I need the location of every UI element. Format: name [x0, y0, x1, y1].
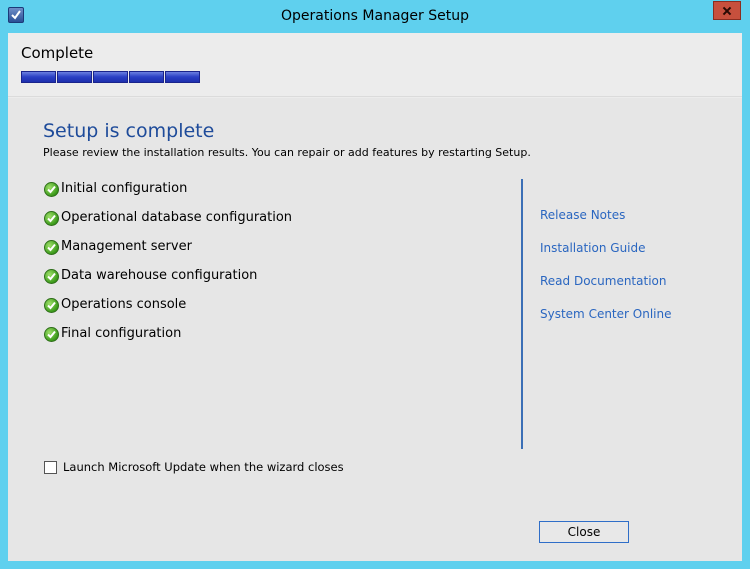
result-label: Data warehouse configuration	[61, 268, 258, 283]
close-icon[interactable]	[713, 1, 741, 20]
green-check-icon	[44, 327, 59, 342]
microsoft-update-checkbox[interactable]	[44, 460, 57, 474]
title-bar: Operations Manager Setup	[0, 0, 750, 33]
green-check-icon	[44, 269, 59, 284]
resource-links: Release Notes Installation Guide Read Do…	[540, 208, 671, 340]
release-notes-link[interactable]: Release Notes	[540, 208, 671, 241]
window-title: Operations Manager Setup	[281, 8, 469, 24]
result-label: Operations console	[61, 297, 187, 312]
result-item: Final configuration	[44, 325, 292, 354]
results-list: Initial configuration Operational databa…	[44, 180, 292, 354]
result-label: Operational database configuration	[61, 210, 293, 225]
main-heading: Setup is complete	[43, 120, 215, 142]
progress-segment	[57, 71, 92, 83]
result-item: Operational database configuration	[44, 209, 292, 238]
dialog-client-area: Complete Setup is complete Please review…	[8, 33, 742, 561]
green-check-icon	[44, 240, 59, 255]
instructions-text: Please review the installation results. …	[43, 146, 531, 159]
result-item: Initial configuration	[44, 180, 292, 209]
progress-bar	[21, 71, 200, 83]
vertical-divider	[521, 179, 523, 449]
progress-segment	[93, 71, 128, 83]
page-title: Complete	[21, 44, 94, 62]
header-divider	[8, 96, 742, 98]
result-label: Initial configuration	[61, 181, 188, 196]
green-check-icon	[44, 211, 59, 226]
result-item: Management server	[44, 238, 292, 267]
wizard-header: Complete	[8, 33, 742, 97]
progress-segment	[129, 71, 164, 83]
system-center-online-link[interactable]: System Center Online	[540, 307, 671, 340]
read-documentation-link[interactable]: Read Documentation	[540, 274, 671, 307]
microsoft-update-label[interactable]: Launch Microsoft Update when the wizard …	[63, 460, 344, 474]
green-check-icon	[44, 298, 59, 313]
close-button[interactable]: Close	[539, 521, 629, 543]
installation-guide-link[interactable]: Installation Guide	[540, 241, 671, 274]
green-check-icon	[44, 182, 59, 197]
progress-segment	[165, 71, 200, 83]
result-label: Management server	[61, 239, 192, 254]
microsoft-update-option[interactable]: Launch Microsoft Update when the wizard …	[44, 460, 344, 474]
progress-segment	[21, 71, 56, 83]
result-label: Final configuration	[61, 326, 182, 341]
result-item: Operations console	[44, 296, 292, 325]
result-item: Data warehouse configuration	[44, 267, 292, 296]
